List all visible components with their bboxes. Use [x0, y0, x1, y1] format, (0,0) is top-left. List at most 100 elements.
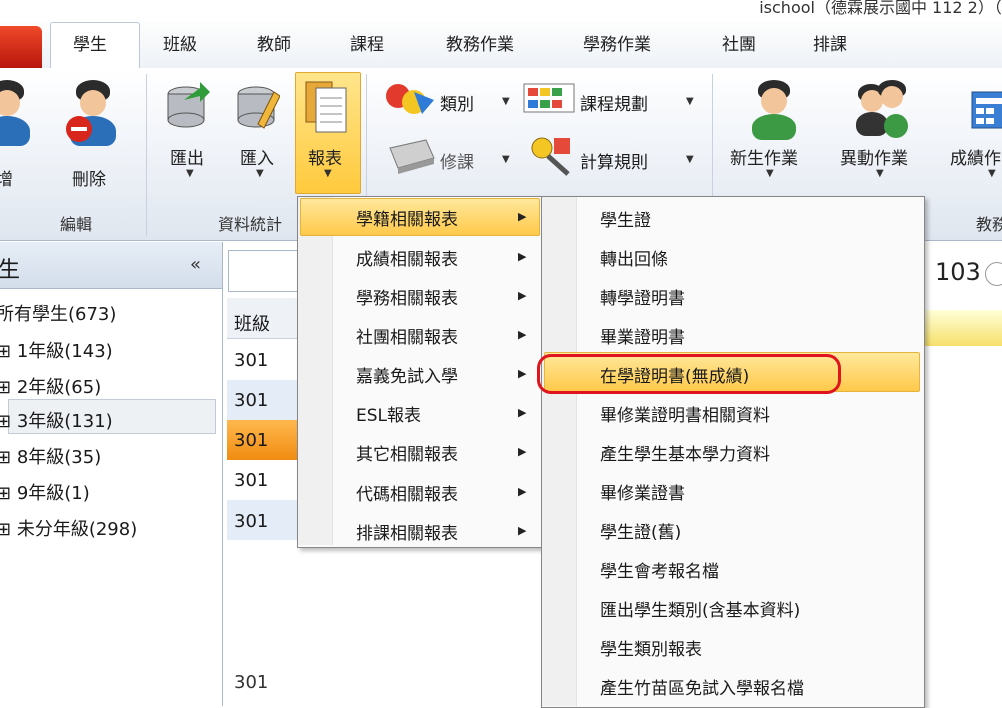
column-header-class[interactable]: 班級 — [234, 310, 270, 336]
category-dropdown-icon[interactable]: ▼ — [502, 96, 510, 107]
calc-rules-button-label[interactable]: 計算規則 — [580, 148, 648, 173]
export-dropdown-icon[interactable]: ▼ — [186, 168, 194, 179]
expand-icon[interactable]: ⊞ — [0, 377, 11, 398]
menu-item-student-id-old[interactable]: 學生證(舊) — [600, 518, 681, 543]
menu-icon-gutter — [298, 197, 333, 545]
add-student-icon[interactable] — [0, 80, 32, 150]
submenu-arrow-icon: ▶ — [518, 250, 527, 263]
menu-item-other[interactable]: 其它相關報表 — [356, 440, 458, 465]
tree-item-grade-2[interactable]: ⊞ 2年級(65) — [0, 373, 101, 399]
new-student-icon[interactable] — [748, 80, 800, 144]
report-button-label: 報表 — [308, 149, 342, 169]
tab-class[interactable]: 班級 — [163, 30, 197, 55]
tree-item-unassigned[interactable]: ⊞ 未分年級(298) — [0, 515, 137, 541]
import-icon[interactable] — [234, 80, 280, 136]
table-row[interactable]: 301 — [234, 470, 268, 491]
menu-item-graduation-certificate[interactable]: 畢業證明書 — [600, 323, 685, 348]
table-row[interactable]: 301 — [234, 350, 268, 371]
menu-item-scheduling[interactable]: 排課相關報表 — [356, 519, 458, 544]
menu-item-esl[interactable]: ESL報表 — [356, 401, 421, 426]
menu-item-codes[interactable]: 代碼相關報表 — [356, 480, 458, 505]
transfer-button-label[interactable]: 異動作業 — [840, 144, 908, 169]
grade-dropdown-icon[interactable]: ▼ — [988, 168, 996, 179]
delete-button-label[interactable]: 刪除 — [72, 165, 106, 190]
enroll-icon[interactable] — [386, 136, 438, 176]
category-button-label[interactable]: 類別 — [440, 90, 474, 115]
import-button-label[interactable]: 匯入 — [240, 144, 274, 169]
transfer-dropdown-icon[interactable]: ▼ — [876, 168, 884, 179]
transfer-icon[interactable] — [856, 80, 912, 144]
calc-rules-icon[interactable] — [528, 134, 574, 178]
menu-item-diploma[interactable]: 畢修業證書 — [600, 479, 685, 504]
category-icon[interactable] — [384, 80, 436, 120]
tab-student[interactable]: 學生 — [73, 30, 107, 55]
menu-item-chiayi-admission[interactable]: 嘉義免試入學 — [356, 362, 458, 387]
table-row[interactable]: 301 — [234, 390, 268, 411]
collapse-pane-icon[interactable]: « — [190, 254, 201, 275]
tree-item-label: 3年級(131) — [16, 411, 113, 432]
tab-scheduling[interactable]: 排課 — [813, 30, 847, 55]
menu-icon-gutter — [542, 197, 577, 706]
table-row[interactable]: 301 — [234, 511, 268, 532]
report-dropdown-icon: ▼ — [324, 168, 332, 179]
tree-item-grade-3[interactable]: ⊞ 3年級(131) — [0, 407, 113, 433]
menu-item-transfer-receipt[interactable]: 轉出回條 — [600, 245, 668, 270]
menu-item-graduation-data[interactable]: 畢修業證明書相關資料 — [600, 401, 770, 426]
right-panel-banner — [924, 310, 1002, 346]
submenu-arrow-icon: ▶ — [518, 485, 527, 498]
tab-academic-affairs[interactable]: 教務作業 — [446, 30, 514, 55]
new-student-dropdown-icon[interactable]: ▼ — [766, 168, 774, 179]
course-plan-icon[interactable] — [522, 82, 576, 114]
import-dropdown-icon[interactable]: ▼ — [256, 168, 264, 179]
expand-icon[interactable]: ⊞ — [0, 411, 11, 432]
menu-item-category-report[interactable]: 學生類別報表 — [600, 635, 702, 660]
export-button-label[interactable]: 匯出 — [170, 144, 204, 169]
calc-rules-dropdown-icon[interactable]: ▼ — [686, 154, 694, 165]
menu-item-export-categories[interactable]: 匯出學生類別(含基本資料) — [600, 596, 800, 621]
tab-student-affairs[interactable]: 學務作業 — [583, 30, 651, 55]
menu-item-zhumiao-admission[interactable]: 產生竹苗區免試入學報名檔 — [600, 674, 804, 699]
menu-item-transfer-certificate[interactable]: 轉學證明書 — [600, 284, 685, 309]
redacted-area — [236, 548, 521, 706]
menu-item-exam-registration[interactable]: 學生會考報名檔 — [600, 557, 719, 582]
new-student-button-label[interactable]: 新生作業 — [730, 144, 798, 169]
tab-course[interactable]: 課程 — [350, 30, 384, 55]
tree-item-all-students[interactable]: 所有學生(673) — [0, 300, 116, 326]
tree-item-grade-8[interactable]: ⊞ 8年級(35) — [0, 443, 101, 469]
add-button-label[interactable]: 增 — [0, 165, 13, 190]
tree-item-grade-1[interactable]: ⊞ 1年級(143) — [0, 337, 113, 363]
edit-group-label: 編輯 — [60, 215, 93, 234]
grade-icon[interactable] — [970, 88, 1002, 132]
delete-student-icon[interactable] — [64, 80, 120, 152]
tab-teacher[interactable]: 教師 — [257, 30, 291, 55]
right-panel-count: 103 — [935, 258, 981, 286]
enroll-button-label[interactable]: 修課 — [440, 148, 474, 173]
table-row[interactable]: 301 — [234, 672, 268, 693]
course-plan-button-label[interactable]: 課程規劃 — [580, 90, 648, 115]
student-pane-title: 生 — [0, 258, 21, 283]
submenu-arrow-icon: ▶ — [518, 328, 527, 341]
menu-item-student-id[interactable]: 學生證 — [600, 206, 651, 231]
group-separator — [146, 74, 147, 236]
menu-item-student-affairs[interactable]: 學務相關報表 — [356, 284, 458, 309]
tab-club[interactable]: 社團 — [722, 30, 756, 55]
table-row[interactable]: 301 — [234, 430, 268, 451]
menu-item-grades[interactable]: 成績相關報表 — [356, 245, 458, 270]
toggle-knob[interactable] — [985, 262, 1002, 286]
menu-item-enrollment-certificate[interactable]: 在學證明書(無成績) — [600, 362, 749, 387]
expand-icon[interactable]: ⊞ — [0, 519, 11, 540]
academic-group-label: 教務 — [976, 215, 1002, 234]
tree-item-label: 9年級(1) — [16, 483, 90, 504]
enroll-dropdown-icon[interactable]: ▼ — [502, 154, 510, 165]
app-menu-button[interactable] — [0, 26, 42, 68]
menu-item-club[interactable]: 社團相關報表 — [356, 323, 458, 348]
menu-item-student-records[interactable]: 學籍相關報表 — [356, 205, 458, 230]
menu-item-basic-ability-data[interactable]: 產生學生基本學力資料 — [600, 440, 770, 465]
expand-icon[interactable]: ⊞ — [0, 483, 11, 504]
tree-item-grade-9[interactable]: ⊞ 9年級(1) — [0, 479, 90, 505]
course-plan-dropdown-icon[interactable]: ▼ — [686, 96, 694, 107]
expand-icon[interactable]: ⊞ — [0, 341, 11, 362]
export-icon[interactable] — [164, 80, 210, 136]
expand-icon[interactable]: ⊞ — [0, 447, 11, 468]
grade-button-label[interactable]: 成績作 — [950, 144, 1001, 169]
